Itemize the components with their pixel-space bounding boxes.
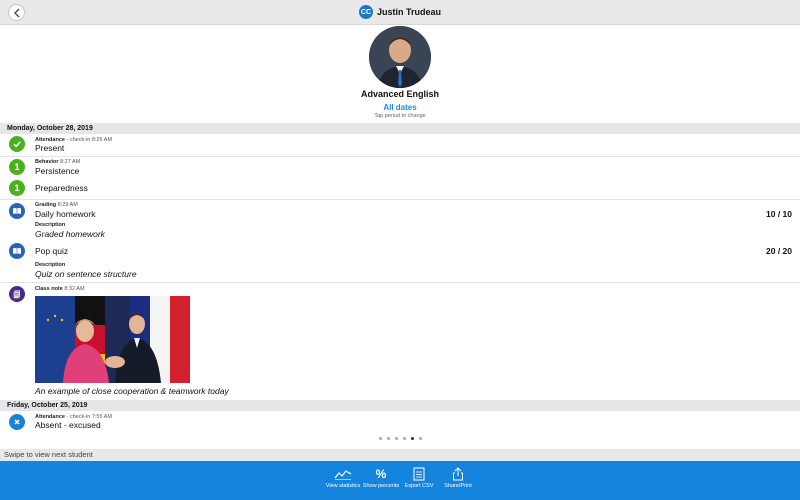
page-dot[interactable]	[418, 437, 422, 440]
entry-meta: Grading 8:29 AM	[35, 202, 78, 208]
page-dot[interactable]	[378, 437, 382, 440]
page-dot[interactable]	[402, 437, 406, 440]
date-header: Monday, October 28, 2019	[0, 123, 800, 134]
bottom-toolbar: View statistics % Show percents Export C…	[0, 461, 800, 500]
show-percents-button[interactable]: % Show percents	[361, 467, 401, 489]
view-statistics-label: View statistics	[325, 483, 361, 489]
description-text: Graded homework	[35, 229, 105, 239]
page-dot[interactable]	[394, 437, 398, 440]
class-badge: CC	[358, 5, 373, 19]
date-header: Friday, October 25, 2019	[0, 400, 800, 411]
book-icon	[9, 203, 25, 219]
share-print-button[interactable]: Share/Print	[438, 467, 478, 489]
grading-label: Daily homework	[35, 209, 96, 219]
percent-icon: %	[376, 467, 387, 481]
behavior-badge-icon: 1	[9, 159, 25, 175]
x-icon	[9, 414, 25, 430]
title-wrap: CC Justin Trudeau	[0, 5, 800, 19]
view-statistics-button[interactable]: View statistics	[323, 467, 363, 489]
class-name: Advanced English	[360, 89, 440, 99]
page-indicator[interactable]	[0, 437, 800, 440]
period-hint: Tap period to change	[374, 113, 426, 119]
swipe-hint: Swipe to view next student	[0, 449, 800, 461]
behavior-badge-icon: 1	[9, 180, 25, 196]
check-icon	[9, 136, 25, 152]
avatar	[369, 26, 431, 88]
attendance-status: Present	[35, 143, 65, 153]
grade-score: 10 / 10	[766, 209, 792, 219]
note-icon	[9, 286, 25, 302]
grade-score: 20 / 20	[766, 246, 792, 256]
grading-label: Pop quiz	[35, 246, 69, 256]
csv-file-icon	[413, 467, 425, 481]
share-print-label: Share/Print	[444, 483, 472, 489]
attendance-status: Absent - excused	[35, 420, 101, 430]
export-csv-label: Export CSV	[404, 483, 434, 489]
top-bar: CC Justin Trudeau	[0, 0, 800, 25]
class-note-photo[interactable]	[35, 296, 190, 383]
date-filter-link[interactable]: All dates	[0, 103, 800, 112]
line-chart-icon	[334, 470, 352, 480]
entry-meta: Class note 8:32 AM	[35, 286, 85, 292]
student-name: Justin Trudeau	[376, 7, 441, 17]
description-label: Description	[35, 262, 66, 268]
divider	[0, 199, 800, 200]
book-icon	[9, 243, 25, 259]
behavior-label: Preparedness	[35, 183, 88, 193]
description-text: Quiz on sentence structure	[35, 269, 137, 279]
entry-meta: Behavior 8:27 AM	[35, 159, 81, 165]
share-icon	[453, 467, 463, 481]
svg-text:%: %	[376, 467, 387, 481]
divider	[0, 282, 800, 283]
divider	[0, 156, 800, 157]
behavior-label: Persistence	[35, 166, 80, 176]
photo-caption: An example of close cooperation & teamwo…	[35, 386, 229, 396]
export-csv-button[interactable]: Export CSV	[399, 467, 439, 489]
page-dot[interactable]	[410, 437, 414, 440]
description-label: Description	[35, 222, 66, 228]
show-percents-label: Show percents	[362, 483, 400, 489]
page-dot[interactable]	[386, 437, 390, 440]
